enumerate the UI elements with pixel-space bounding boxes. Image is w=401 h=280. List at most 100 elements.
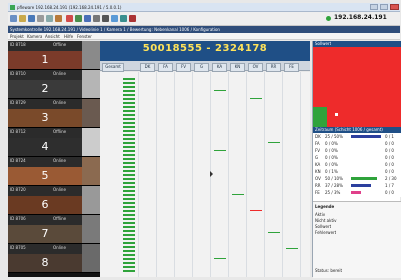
paste-icon[interactable]	[55, 15, 62, 22]
print-icon[interactable]	[102, 15, 109, 22]
menu-projekt[interactable]: Projekt	[10, 34, 24, 39]
copy-icon[interactable]	[46, 15, 53, 22]
legend-panel: Legende Aktiv Nicht aktiv Sollwert Fehle…	[313, 201, 401, 278]
camera-thumbnail	[82, 186, 100, 214]
column-rr[interactable]: RR	[266, 63, 281, 72]
total-bar	[123, 82, 135, 84]
total-bar	[123, 78, 135, 80]
camera-status: Offline	[53, 216, 67, 221]
total-bar	[123, 122, 135, 124]
defect-marker	[250, 98, 262, 99]
camera-status: Online	[53, 187, 66, 192]
total-bar	[123, 86, 135, 88]
chart-icon[interactable]	[84, 15, 91, 22]
grid-divider	[192, 72, 193, 277]
stat-value: 0 / 0%	[325, 162, 338, 167]
camera-tile-3[interactable]: ID 8729 Online 3	[8, 99, 100, 128]
camera-id: ID 8710	[10, 71, 26, 76]
save-icon[interactable]	[28, 15, 35, 22]
total-bar	[123, 270, 135, 272]
defect-map[interactable]	[313, 47, 401, 127]
new-icon[interactable]	[10, 15, 17, 22]
maximize-button[interactable]	[380, 4, 388, 10]
total-bar	[123, 162, 135, 164]
camera-status: Offline	[53, 129, 67, 134]
grid-divider	[228, 72, 229, 277]
stat-right: 1 / 7	[385, 183, 394, 188]
minimize-button[interactable]	[370, 4, 378, 10]
close-button[interactable]	[390, 4, 399, 10]
camera-tile-7[interactable]: ID 8706 Offline 7	[8, 215, 100, 244]
grid-divider	[282, 72, 283, 277]
grid-divider	[174, 72, 175, 277]
statistics-panel: Sollwert Zeitraum (Schicht 1006 / gesamt…	[312, 41, 401, 278]
column-fe[interactable]: FE	[284, 63, 299, 72]
stat-bar	[351, 135, 381, 138]
defect-marker	[268, 142, 280, 143]
menu-kamera[interactable]: Kamera	[27, 34, 42, 39]
camera-number: 1	[41, 53, 49, 66]
stat-label: KN	[315, 169, 321, 174]
window-titlebar: pfleware 192.168.24.191 (192.168.24.191 …	[8, 3, 400, 12]
camera-thumbnail	[82, 128, 100, 156]
column-dk[interactable]: DK	[140, 63, 155, 72]
stat-value: 0 / 1%	[325, 169, 338, 174]
grid-icon[interactable]	[75, 15, 82, 22]
ip-address: 192.168.24.191	[334, 14, 387, 21]
menu-hilfe[interactable]: Hilfe	[64, 34, 73, 39]
column-g[interactable]: G	[194, 63, 209, 72]
stat-label: FA	[315, 141, 320, 146]
camera-tile-4[interactable]: ID 8712 Offline 4	[8, 128, 100, 157]
exit-icon[interactable]	[129, 15, 136, 22]
column-kn[interactable]: KN	[230, 63, 245, 72]
camera-tile-1[interactable]: ID 8718 Offline 1	[8, 41, 100, 70]
camera-id: ID 8712	[10, 129, 26, 134]
column-ka[interactable]: KA	[212, 63, 227, 72]
stat-value: 0 / 0%	[325, 155, 338, 160]
camera-tile-6[interactable]: ID 8720 Online 6	[8, 186, 100, 215]
statistics-table: Zeitraum (Schicht 1006 / gesamt) DK 25 /…	[313, 127, 401, 197]
total-bar	[123, 246, 135, 248]
total-bar	[123, 218, 135, 220]
settings-icon[interactable]	[93, 15, 100, 22]
total-bar	[123, 118, 135, 120]
defect-marker	[286, 248, 298, 249]
column-ov[interactable]: OV	[248, 63, 263, 72]
column-gesamt[interactable]: Gesamt	[102, 63, 124, 72]
menu-ansicht[interactable]: Ansicht	[45, 34, 60, 39]
camera-status: Online	[53, 71, 66, 76]
cut-icon[interactable]	[37, 15, 44, 22]
camera-tile-5[interactable]: ID 8724 Online 5	[8, 157, 100, 186]
camera-icon[interactable]	[66, 15, 73, 22]
total-bar	[123, 102, 135, 104]
total-bar	[123, 138, 135, 140]
total-bar	[123, 206, 135, 208]
open-icon[interactable]	[19, 15, 26, 22]
total-bar	[123, 250, 135, 252]
info-icon[interactable]	[120, 15, 127, 22]
help-icon[interactable]	[111, 15, 118, 22]
total-bar	[123, 174, 135, 176]
stat-right: 0 / 0	[385, 162, 394, 167]
inspection-grid[interactable]	[100, 72, 310, 277]
camera-number: 8	[41, 256, 49, 269]
stat-bar	[351, 191, 361, 194]
column-fv[interactable]: FV	[176, 63, 191, 72]
total-bar	[123, 126, 135, 128]
menu-fenster[interactable]: Fenster	[77, 34, 92, 39]
defect-map-ok-zone	[313, 107, 327, 127]
total-bar	[123, 134, 135, 136]
legend-title: Legende	[315, 204, 335, 209]
camera-thumbnail	[82, 215, 100, 243]
stat-row-fe: FE 25 / 3% 0 / 0	[315, 189, 399, 196]
stat-row-ka: KA 0 / 0% 0 / 0	[315, 161, 399, 168]
camera-tile-2[interactable]: ID 8710 Online 2	[8, 70, 100, 99]
stat-right: 0 / 0	[385, 141, 394, 146]
camera-number: 4	[41, 140, 49, 153]
column-fa[interactable]: FA	[158, 63, 173, 72]
total-bar	[123, 242, 135, 244]
total-bar	[123, 226, 135, 228]
total-bar	[123, 178, 135, 180]
stat-value: 37 / 28%	[325, 183, 343, 188]
camera-tile-8[interactable]: ID 8705 Online 8	[8, 244, 100, 273]
